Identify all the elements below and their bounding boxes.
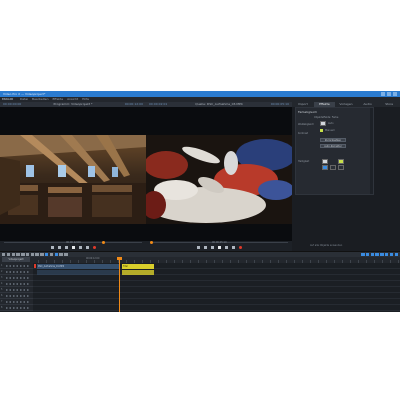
delete-icon[interactable] [11, 253, 15, 257]
copy-icon[interactable] [21, 253, 25, 257]
color-correction-panel: Farbabgleich Objekteffekte: Farbe Weißab… [295, 107, 374, 195]
paste-icon[interactable] [25, 253, 30, 257]
panel-header-line: Objekteffekte: Farbe [314, 116, 339, 119]
undo-icon[interactable] [2, 253, 6, 257]
reset-button[interactable]: Zurücksetzen [320, 138, 346, 142]
redo-icon[interactable] [6, 253, 11, 257]
text-icon[interactable] [30, 253, 35, 257]
stop-icon[interactable] [210, 246, 214, 249]
view-tools [361, 253, 398, 257]
brightness-preset-b[interactable] [338, 159, 344, 164]
minimize-icon[interactable] [381, 92, 385, 96]
apply-all-label[interactable]: Auf alle Objekte anwenden [310, 244, 342, 247]
program-monitor[interactable] [0, 107, 146, 241]
title-clip-lower[interactable] [122, 269, 154, 275]
window-controls[interactable] [381, 92, 397, 96]
program-scrub-timecode: 00:00:12:00 [66, 241, 81, 244]
track-buttons[interactable] [6, 307, 30, 309]
play-icon[interactable] [71, 246, 75, 249]
track-buttons[interactable] [6, 271, 30, 273]
source-transport: 00:00:05:10 [146, 241, 292, 251]
track-buttons[interactable] [6, 277, 30, 279]
marker-icon[interactable] [35, 253, 39, 257]
timeline-view-icon[interactable] [370, 253, 375, 257]
track-buttons[interactable] [6, 301, 30, 303]
row-label-contrast: Kontrast [298, 132, 308, 135]
program-preview-image [0, 135, 146, 224]
pointer-tool-icon[interactable] [45, 253, 49, 257]
zoom-out-icon[interactable] [385, 253, 389, 257]
step-forward-icon[interactable] [224, 246, 228, 249]
cut-icon[interactable] [16, 253, 20, 257]
trim-tool-icon[interactable] [49, 253, 54, 257]
track-buttons[interactable] [6, 265, 30, 267]
source-scrub-timecode: 00:00:05:10 [212, 241, 227, 244]
source-controls [146, 245, 292, 250]
row-label-white-balance: Weißabgleich [298, 123, 314, 126]
forward-icon[interactable] [85, 246, 89, 249]
edit-tools [2, 253, 68, 257]
track-header-8[interactable]: 8 [0, 305, 33, 311]
timeline-tracks: 1 2 3 4 5 6 7 8 DSC_Aufnahme_01.MP4 Tite… [0, 263, 400, 312]
mark-in-icon[interactable] [196, 246, 200, 249]
program-scrub-handle[interactable] [102, 241, 105, 244]
row-label-brightness: Helligkeit [298, 160, 310, 163]
program-controls [0, 245, 146, 250]
zoom-tool-icon[interactable] [59, 253, 63, 257]
settings-icon[interactable] [394, 253, 398, 257]
inspector-footer: Auf alle Objekte anwenden [292, 241, 400, 251]
source-monitor[interactable] [146, 107, 292, 241]
brightness-preset-d[interactable] [330, 165, 336, 170]
inspector-scrollbar[interactable] [370, 108, 373, 194]
source-preview-image [146, 135, 292, 224]
playhead[interactable] [119, 257, 120, 312]
storyboard-view-icon[interactable] [365, 253, 370, 257]
close-icon[interactable] [393, 92, 397, 96]
brightness-preset-a[interactable] [322, 159, 328, 164]
brightness-preset-e[interactable] [338, 165, 344, 170]
title-clip[interactable]: Titel [122, 263, 154, 269]
program-transport: 00:00:12:00 [0, 241, 146, 251]
record-icon[interactable] [238, 246, 242, 249]
auto-correct-button[interactable]: Auto-Korrektur [320, 144, 346, 148]
maximize-icon[interactable] [387, 92, 391, 96]
record-icon[interactable] [92, 246, 96, 249]
snap-icon[interactable] [361, 253, 365, 257]
track-buttons[interactable] [6, 283, 30, 285]
multicam-view-icon[interactable] [375, 253, 379, 257]
contrast-checkbox[interactable] [320, 129, 323, 132]
row-value-white-balance: Auto [328, 122, 334, 125]
inspector-panel: Farbabgleich Objekteffekte: Farbe Weißab… [292, 107, 400, 241]
mark-out-icon[interactable] [231, 246, 235, 249]
source-scrub-handle[interactable] [150, 241, 153, 244]
split-icon[interactable] [40, 253, 44, 257]
step-back-icon[interactable] [57, 246, 61, 249]
track-lane-8[interactable] [33, 305, 400, 311]
audio-clip[interactable] [37, 269, 119, 275]
rewind-icon[interactable] [50, 246, 54, 249]
range-tool-icon[interactable] [54, 253, 58, 257]
track-number: 8 [1, 306, 3, 309]
step-forward-icon[interactable] [78, 246, 82, 249]
project-tab[interactable]: Videoprojekt [2, 257, 30, 262]
brightness-preset-c[interactable] [322, 165, 328, 170]
link-icon[interactable] [64, 253, 68, 257]
row-value-contrast: Manuell [325, 129, 335, 132]
stop-icon[interactable] [64, 246, 68, 249]
zoom-in-icon[interactable] [380, 253, 384, 257]
track-buttons[interactable] [6, 295, 30, 297]
white-balance-swatch[interactable] [320, 121, 326, 126]
track-buttons[interactable] [6, 289, 30, 291]
step-back-icon[interactable] [203, 246, 207, 249]
panel-title: Farbabgleich [298, 110, 318, 114]
video-clip[interactable]: DSC_Aufnahme_01.MP4 [37, 263, 119, 269]
clip-marker[interactable] [34, 264, 36, 268]
play-icon[interactable] [217, 246, 221, 249]
fit-icon[interactable] [389, 253, 394, 257]
video-editor-window: Video Pro X — Videoproject* MAGIX Datei … [0, 91, 400, 312]
